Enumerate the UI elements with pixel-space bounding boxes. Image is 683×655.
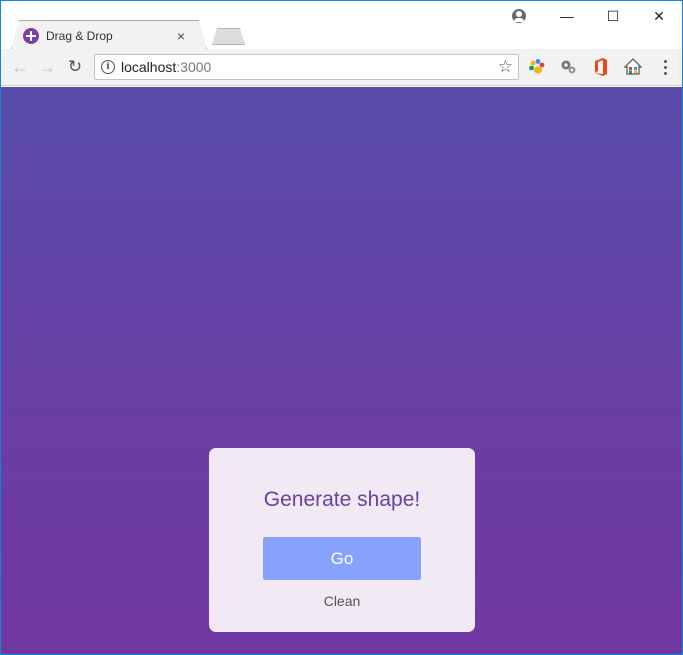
minimize-button[interactable]: — xyxy=(544,1,590,31)
maximize-button[interactable]: ☐ xyxy=(590,1,636,31)
tab-content[interactable]: Drag & Drop × xyxy=(19,25,199,47)
close-window-button[interactable]: ✕ xyxy=(636,1,682,31)
generate-card: Generate shape! Go Clean xyxy=(209,448,475,632)
address-bar[interactable]: i localhost:3000 ☆ xyxy=(94,54,519,80)
gear-extension-icon[interactable] xyxy=(560,58,578,76)
url-text[interactable]: localhost:3000 xyxy=(121,59,211,75)
forward-arrow-icon[interactable]: → xyxy=(37,57,57,77)
browser-toolbar: ← → ↻ i localhost:3000 ☆ xyxy=(1,49,682,86)
title-bar: Drag & Drop × — ☐ ✕ xyxy=(1,1,682,49)
office-extension-icon[interactable] xyxy=(592,58,610,76)
back-arrow-icon[interactable]: ← xyxy=(10,57,30,77)
clean-button[interactable]: Clean xyxy=(209,593,475,609)
info-icon[interactable]: i xyxy=(101,60,115,74)
home-extension-icon[interactable] xyxy=(624,58,642,76)
window-controls: — ☐ ✕ xyxy=(544,1,682,31)
url-host: localhost xyxy=(121,59,177,75)
favicon-icon xyxy=(23,28,39,44)
tab-title: Drag & Drop xyxy=(46,29,113,43)
card-title: Generate shape! xyxy=(263,488,421,511)
close-tab-icon[interactable]: × xyxy=(173,28,189,44)
new-tab-button[interactable] xyxy=(212,28,245,45)
paw-extension-icon[interactable] xyxy=(528,58,546,76)
bookmark-star-icon[interactable]: ☆ xyxy=(498,57,513,77)
browser-window: Drag & Drop × — ☐ ✕ ← → ↻ i localhost:30… xyxy=(0,0,683,655)
browser-menu-icon[interactable] xyxy=(658,58,672,76)
url-port: :3000 xyxy=(176,59,212,75)
page-content: Generate shape! Go Clean xyxy=(1,87,682,654)
profile-icon[interactable] xyxy=(512,9,526,23)
go-button[interactable]: Go xyxy=(263,537,421,580)
reload-icon[interactable]: ↻ xyxy=(65,57,85,77)
